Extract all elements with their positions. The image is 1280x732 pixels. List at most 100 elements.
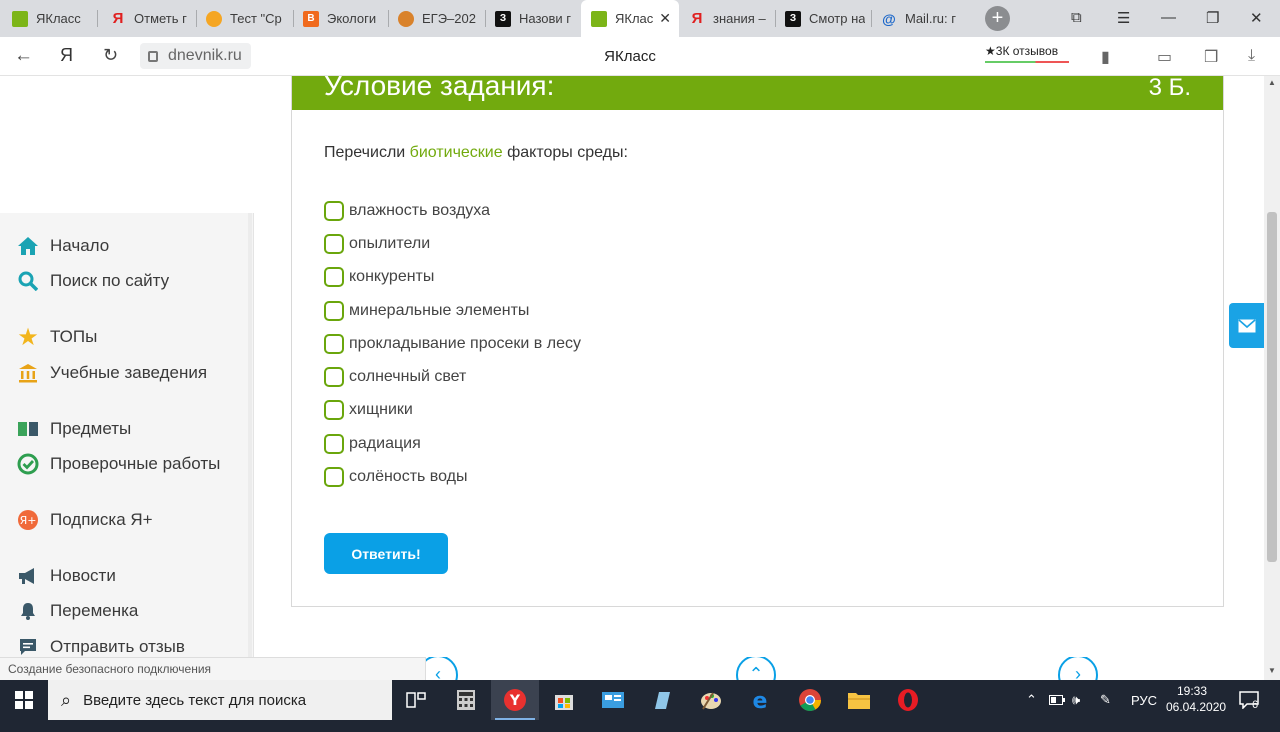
reviews-badge[interactable]: ★3К отзывов — [985, 44, 1069, 63]
option-label: влажность воздуха — [349, 202, 490, 219]
notifications-button[interactable]: 6 — [1239, 680, 1259, 720]
answer-option[interactable]: хищники — [324, 399, 413, 421]
back-icon[interactable]: ← — [14, 45, 33, 67]
answer-option[interactable]: радиация — [324, 433, 421, 455]
paint-app[interactable] — [687, 680, 735, 720]
svg-text:Я+: Я+ — [20, 514, 37, 527]
edge-app[interactable]: e — [736, 680, 784, 720]
yandex-logo-icon[interactable]: Я — [60, 45, 73, 66]
sidebar-item-home[interactable]: Начало — [17, 234, 109, 258]
tab-mailru[interactable]: @ Mail.ru: г — [871, 0, 969, 37]
answer-option[interactable]: влажность воздуха — [324, 200, 490, 222]
notepad-app[interactable] — [638, 680, 686, 720]
checkbox[interactable] — [324, 267, 344, 287]
sidebar-item-subjects[interactable]: Предметы — [17, 417, 131, 441]
bookmark-icon[interactable]: ▮ — [1101, 47, 1110, 67]
tab-znanija-2[interactable]: З Смотр на — [775, 0, 871, 37]
clock[interactable]: 19:33 06.04.2020 — [1166, 683, 1226, 715]
control-panel-app[interactable] — [589, 680, 637, 720]
scroll-down-icon[interactable]: ▼ — [1268, 666, 1276, 675]
answer-option[interactable]: минеральные элементы — [324, 300, 529, 322]
tab-title: ЯКлас — [615, 11, 654, 26]
checkbox[interactable] — [324, 367, 344, 387]
language-indicator[interactable]: РУС — [1131, 680, 1157, 720]
status-bar: Создание безопасного подключения — [0, 657, 426, 680]
battery-icon[interactable] — [1049, 680, 1065, 720]
start-button[interactable] — [0, 680, 48, 720]
checkbox[interactable] — [324, 234, 344, 254]
tab-ecology[interactable]: B Экологи — [293, 0, 388, 37]
tab-yandex-2[interactable]: Я знания – — [679, 0, 775, 37]
battery-saver-icon[interactable]: ▭ — [1157, 47, 1172, 67]
close-tab-icon[interactable]: ✕ — [659, 10, 671, 27]
scrollbar-thumb[interactable] — [1267, 212, 1277, 562]
control-panel-icon — [602, 692, 624, 708]
sidebar-scrollbar[interactable] — [248, 213, 252, 657]
tab-yaklass-active[interactable]: ЯКлас ✕ — [581, 0, 679, 37]
submit-answer-button[interactable]: Ответить! — [324, 533, 448, 574]
sidebar-item-news[interactable]: Новости — [17, 564, 116, 588]
calculator-app[interactable] — [442, 680, 490, 720]
downloads-icon[interactable]: ⤓ — [1248, 47, 1255, 65]
tab-znanija-1[interactable]: З Назови г — [485, 0, 581, 37]
url-field[interactable]: dnevnik.ru — [140, 43, 251, 69]
show-hidden-icons[interactable]: ⌃ — [1026, 680, 1037, 720]
page-scrollbar[interactable]: ▲ ▼ — [1264, 76, 1280, 680]
answer-option[interactable]: солнечный свет — [324, 366, 466, 388]
new-tab-button[interactable]: + — [985, 6, 1010, 31]
answer-option[interactable]: солёность воды — [324, 466, 468, 488]
tab-title: Смотр на — [809, 11, 866, 26]
tab-ege[interactable]: ЕГЭ–202 — [388, 0, 485, 37]
check-circle-icon — [17, 453, 39, 475]
reload-icon[interactable]: ↻ — [103, 45, 118, 66]
answer-option[interactable]: конкуренты — [324, 266, 434, 288]
sidebar-item-tops[interactable]: ★ ТОПы — [17, 324, 97, 351]
yandex-browser-icon: Y — [504, 689, 526, 711]
checkbox[interactable] — [324, 201, 344, 221]
taskbar-search-field[interactable]: ⌕ Введите здесь текст для поиска — [48, 680, 392, 720]
url-text: dnevnik.ru — [168, 47, 242, 64]
menu-icon[interactable]: ☰ — [1117, 9, 1130, 27]
option-label: минеральные элементы — [349, 302, 530, 319]
answer-option[interactable]: опылители — [324, 233, 430, 255]
checkbox[interactable] — [324, 467, 344, 487]
pen-icon[interactable]: ✎ — [1100, 680, 1111, 720]
restore-icon[interactable]: ❐ — [1206, 9, 1219, 27]
answer-option[interactable]: прокладывание просеки в лесу — [324, 333, 581, 355]
checkbox[interactable] — [324, 434, 344, 454]
file-explorer-app[interactable] — [835, 680, 883, 720]
sidebar-item-break[interactable]: Переменка — [17, 599, 138, 623]
tabs-list-icon[interactable]: ⧉ — [1071, 9, 1082, 26]
opera-app[interactable] — [884, 680, 932, 720]
tab-test[interactable]: Тест "Ср — [196, 0, 293, 37]
sidebar-item-subscription[interactable]: Я+ Подписка Я+ — [17, 508, 153, 532]
minimize-icon[interactable]: — — [1161, 9, 1176, 26]
checkbox[interactable] — [324, 334, 344, 354]
scroll-up-icon[interactable]: ▲ — [1268, 78, 1276, 87]
close-window-icon[interactable]: ✕ — [1250, 9, 1263, 27]
next-task-button[interactable]: › — [1058, 657, 1098, 680]
question-after: факторы среды: — [502, 144, 628, 161]
tab-title: Mail.ru: г — [905, 11, 956, 26]
chrome-app[interactable] — [786, 680, 834, 720]
tab-yandex-1[interactable]: Я Отметь г — [100, 0, 196, 37]
store-app[interactable] — [540, 680, 588, 720]
feedback-mail-button[interactable] — [1229, 303, 1264, 348]
clock-time: 19:33 — [1176, 684, 1208, 698]
sidebar-item-search[interactable]: Поиск по сайту — [17, 269, 169, 293]
checkbox[interactable] — [324, 400, 344, 420]
store-icon — [555, 695, 573, 710]
scroll-top-button[interactable]: ⌃ — [736, 657, 776, 680]
task-view-button[interactable] — [392, 680, 440, 720]
sidebar-item-feedback[interactable]: Отправить отзыв — [17, 635, 185, 659]
checkbox[interactable] — [324, 301, 344, 321]
extensions-icon[interactable]: ❒ — [1204, 47, 1218, 67]
volume-icon[interactable]: 🕪 — [1072, 680, 1080, 720]
question-highlight: биотические — [409, 144, 503, 161]
yandex-browser-app[interactable]: Y — [491, 680, 539, 720]
tab-yaklass-1[interactable]: ЯКласс — [2, 0, 97, 37]
sidebar-item-label: Новости — [50, 566, 116, 585]
star-icon: ★ — [985, 44, 996, 58]
sidebar-item-tests[interactable]: Проверочные работы — [17, 452, 220, 476]
sidebar-item-schools[interactable]: Учебные заведения — [17, 361, 207, 385]
